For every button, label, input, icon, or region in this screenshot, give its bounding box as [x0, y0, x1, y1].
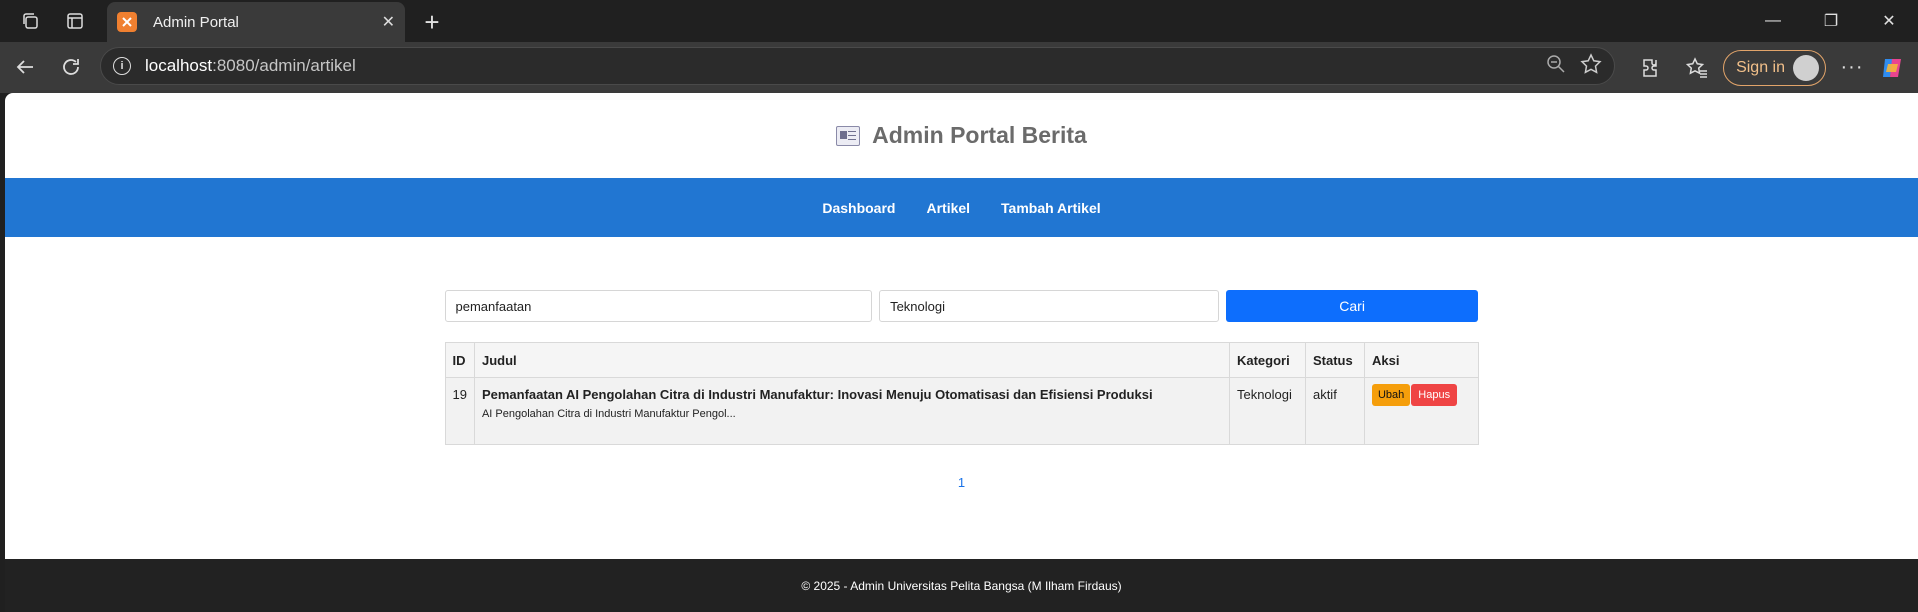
col-id: ID [444, 342, 475, 378]
close-tab-icon[interactable]: ✕ [382, 12, 395, 32]
profile-avatar-icon [1793, 54, 1819, 81]
table-row: 19 Pemanfaatan AI Pengolahan Citra di In… [444, 377, 1479, 445]
category-input[interactable] [879, 290, 1219, 322]
refresh-icon[interactable] [48, 47, 94, 87]
cell-aksi: Ubah Hapus [1363, 377, 1479, 445]
page-link[interactable]: 1 [958, 475, 965, 490]
url-path: :8080/admin/artikel [212, 56, 356, 75]
col-aksi: Aksi [1363, 342, 1479, 378]
articles-table: ID Judul Kategori Status Aksi 19 Pemanfa… [444, 342, 1479, 445]
col-judul: Judul [473, 342, 1230, 378]
page-title: Admin Portal Berita [872, 122, 1087, 148]
xampp-favicon-icon [117, 12, 137, 32]
more-options-icon[interactable]: ··· [1832, 48, 1872, 88]
zoom-icon[interactable] [1546, 54, 1566, 79]
edit-button[interactable]: Ubah [1371, 384, 1411, 406]
favorites-icon[interactable] [1677, 48, 1717, 88]
search-button[interactable]: Cari [1225, 290, 1479, 322]
url-host: localhost [145, 56, 213, 75]
extensions-icon[interactable] [1631, 48, 1671, 88]
active-tab[interactable]: Admin Portal ✕ [107, 2, 405, 42]
site-header: Admin Portal Berita [5, 93, 1918, 178]
newspaper-icon [836, 125, 861, 146]
window-controls: — ❐ ✕ [1744, 0, 1918, 42]
browser-tab-bar: Admin Portal ✕ + — ❐ ✕ [0, 0, 1918, 42]
main-nav: Dashboard Artikel Tambah Artikel [5, 178, 1918, 237]
site-footer: © 2025 - Admin Universitas Pelita Bangsa… [5, 559, 1918, 612]
restore-icon[interactable]: ❐ [1802, 0, 1860, 42]
browser-toolbar: i localhost:8080/admin/artikel Sign in ·… [0, 42, 1918, 93]
vertical-tabs-icon[interactable] [55, 1, 95, 41]
cell-kategori: Teknologi [1228, 377, 1306, 445]
cell-status: aktif [1304, 377, 1365, 445]
minimize-icon[interactable]: — [1744, 0, 1802, 42]
nav-artikel[interactable]: Artikel [926, 200, 970, 216]
page-viewport: Admin Portal Berita Dashboard Artikel Ta… [5, 93, 1918, 612]
new-tab-icon[interactable]: + [412, 2, 452, 42]
search-input[interactable] [444, 290, 873, 322]
cell-judul: Pemanfaatan AI Pengolahan Citra di Indus… [473, 377, 1230, 445]
site-info-icon[interactable]: i [113, 57, 131, 75]
nav-dashboard[interactable]: Dashboard [822, 200, 895, 216]
workspaces-icon[interactable] [10, 1, 50, 41]
footer-text: © 2025 - Admin Universitas Pelita Bangsa… [801, 578, 1122, 593]
back-icon[interactable] [2, 47, 48, 87]
table-header-row: ID Judul Kategori Status Aksi [444, 342, 1479, 378]
close-window-icon[interactable]: ✕ [1860, 0, 1918, 42]
col-status: Status [1304, 342, 1365, 378]
main-content: Cari ID Judul Kategori Status Aksi 19 Pe… [444, 237, 1479, 490]
delete-button[interactable]: Hapus [1411, 384, 1458, 406]
pagination: 1 [445, 475, 1479, 490]
copilot-icon[interactable] [1872, 48, 1912, 88]
sign-in-button[interactable]: Sign in [1723, 49, 1826, 86]
sign-in-label: Sign in [1736, 58, 1785, 76]
tab-title: Admin Portal [153, 13, 239, 31]
col-kategori: Kategori [1228, 342, 1306, 378]
article-excerpt: AI Pengolahan Citra di Industri Manufakt… [481, 408, 736, 420]
favorite-star-icon[interactable] [1580, 52, 1602, 80]
address-bar[interactable]: i localhost:8080/admin/artikel [100, 47, 1615, 85]
nav-tambah-artikel[interactable]: Tambah Artikel [1001, 200, 1101, 216]
article-title: Pemanfaatan AI Pengolahan Citra di Indus… [481, 387, 1153, 402]
toolbar-right: Sign in ··· [1631, 42, 1918, 93]
search-form: Cari [444, 290, 1479, 322]
cell-id: 19 [444, 377, 475, 445]
